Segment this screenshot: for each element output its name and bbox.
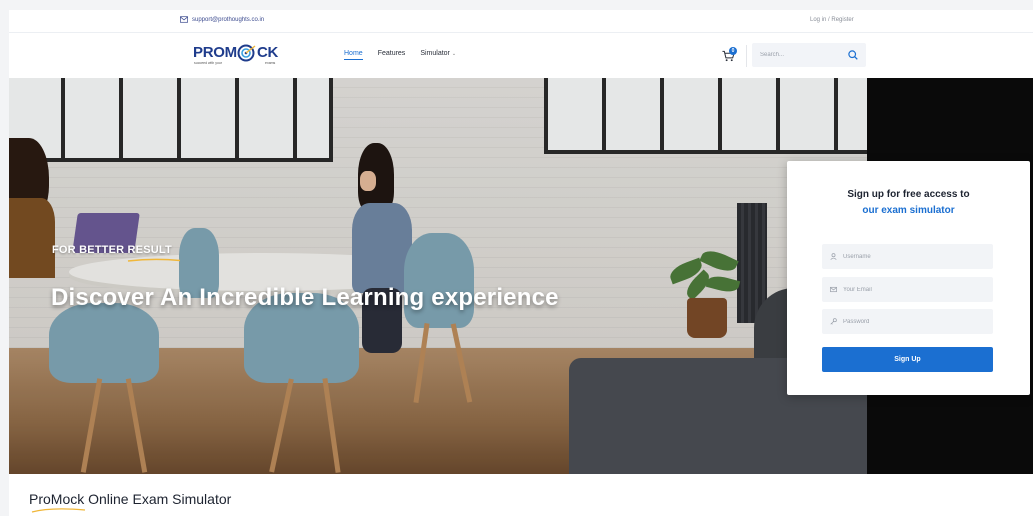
nav-simulator[interactable]: Simulator ⌄ <box>420 50 456 60</box>
promock-logo[interactable]: PROM CK succeed with your exams <box>193 44 283 68</box>
signup-button[interactable]: Sign Up <box>822 347 993 372</box>
logo-text-ck: CK <box>257 44 279 61</box>
mail-icon <box>180 16 188 23</box>
cart-count-badge: 0 <box>729 47 737 55</box>
hero-background-photo <box>9 78 867 474</box>
email-input[interactable] <box>843 286 983 293</box>
search-input[interactable] <box>752 43 832 67</box>
search-box <box>752 43 866 67</box>
logo-tagline-left: succeed with your <box>194 61 223 65</box>
user-icon <box>830 253 837 260</box>
signup-title-line2: our exam simulator <box>862 205 955 216</box>
hero-headline: Discover An Incredible Learning experien… <box>51 284 559 311</box>
signup-card: Sign up for free access to our exam simu… <box>787 161 1030 395</box>
target-logo-icon <box>237 44 256 62</box>
mail-icon <box>830 286 837 293</box>
eyebrow-underline-swoosh <box>127 258 181 262</box>
username-field <box>822 244 993 269</box>
register-link[interactable]: Register <box>831 17 853 23</box>
hero-eyebrow: FOR BETTER RESULT <box>52 244 172 256</box>
window-frame-top <box>0 0 1033 10</box>
signup-title-line1: Sign up for free access to <box>847 189 970 200</box>
auth-separator: / <box>828 17 830 23</box>
nav-menu: Home Features Simulator ⌄ <box>344 50 456 60</box>
nav-home[interactable]: Home <box>344 50 363 60</box>
main-navbar: PROM CK succeed with your exams Home Fea… <box>9 34 1033 78</box>
password-field <box>822 309 993 334</box>
login-link[interactable]: Log in <box>810 17 826 23</box>
section-title-underline-swoosh <box>31 508 86 513</box>
nav-divider <box>746 45 747 67</box>
window-frame-left <box>0 0 9 516</box>
auth-links: Log in / Register <box>810 17 854 23</box>
nav-features[interactable]: Features <box>378 50 406 60</box>
email-field <box>822 277 993 302</box>
password-input[interactable] <box>843 318 983 325</box>
logo-text-prom: PROM <box>193 44 237 61</box>
search-icon[interactable] <box>848 50 858 60</box>
support-email[interactable]: support@prothoughts.co.in <box>180 16 264 23</box>
logo-tagline-right: exams <box>265 61 276 65</box>
cart-button[interactable]: 0 <box>722 47 738 63</box>
nav-simulator-label: Simulator <box>420 50 450 57</box>
chevron-down-icon: ⌄ <box>451 51 457 57</box>
username-input[interactable] <box>843 253 983 260</box>
section-title: ProMock Online Exam Simulator <box>29 491 232 507</box>
key-icon <box>830 318 837 325</box>
support-email-text[interactable]: support@prothoughts.co.in <box>192 17 264 23</box>
top-bar: support@prothoughts.co.in Log in / Regis… <box>9 10 1033 33</box>
